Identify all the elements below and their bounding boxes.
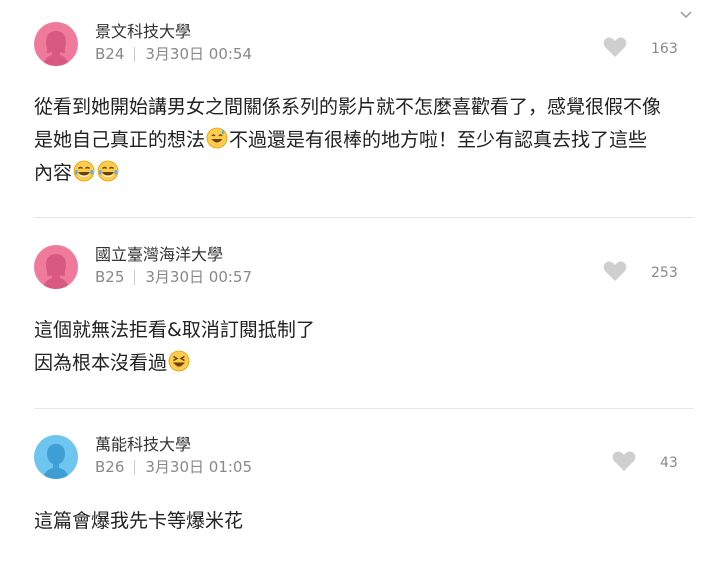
meta-divider (134, 46, 136, 62)
tears-of-joy-emoji-icon (97, 160, 119, 182)
comment-line: 從看到她開始講男女之間關係系列的影片就不怎麼喜歡看了，感覺很假不像 (34, 96, 662, 118)
avatar[interactable] (34, 22, 78, 66)
comment-meta: B26 3月30日 01:05 (95, 457, 252, 477)
floor-number: B26 (95, 458, 125, 476)
comment-line: 是她自己真正的想法 不過還是有很棒的地方啦！至少有認真去找了這些 (34, 127, 648, 151)
timestamp: 3月30日 00:54 (145, 45, 253, 63)
comment-line: 這個就無法拒看&取消訂閱抵制了 (34, 319, 315, 341)
comment-body: 這個就無法拒看&取消訂閱抵制了 因為根本沒看過 (34, 314, 694, 380)
school-name[interactable]: 景文科技大學 (95, 22, 191, 42)
comment-meta: B25 3月30日 00:57 (95, 267, 252, 287)
timestamp: 3月30日 00:57 (145, 268, 253, 286)
school-name[interactable]: 萬能科技大學 (95, 435, 191, 455)
heart-icon (612, 450, 636, 476)
comment-line: 內容 (34, 157, 694, 190)
like-count: 253 (651, 265, 678, 281)
comment-body: 從看到她開始講男女之間關係系列的影片就不怎麼喜歡看了，感覺很假不像 是她自己真正… (34, 91, 694, 190)
heart-icon (603, 260, 627, 286)
sweat-smile-emoji-icon (206, 127, 228, 149)
comment-line: 因為根本沒看過 (34, 347, 694, 380)
like-count: 163 (651, 41, 678, 57)
meta-divider (134, 269, 136, 285)
comment-divider (34, 408, 694, 409)
school-name[interactable]: 國立臺灣海洋大學 (95, 245, 223, 265)
like-button[interactable]: 43 (612, 450, 678, 476)
avatar[interactable] (34, 245, 78, 289)
like-count: 43 (660, 455, 678, 471)
chevron-down-icon[interactable] (678, 6, 694, 22)
floor-number: B25 (95, 268, 125, 286)
avatar[interactable] (34, 435, 78, 479)
comment-line: 這篇會爆我先卡等爆米花 (34, 510, 244, 532)
like-button[interactable]: 163 (603, 36, 678, 62)
tears-of-joy-emoji-icon (73, 160, 95, 182)
timestamp: 3月30日 01:05 (145, 458, 253, 476)
comment-meta: B24 3月30日 00:54 (95, 44, 252, 64)
comment-divider (34, 217, 694, 218)
floor-number: B24 (95, 45, 125, 63)
squint-laugh-emoji-icon (168, 350, 190, 372)
comment-body: 這篇會爆我先卡等爆米花 (34, 505, 694, 538)
like-button[interactable]: 253 (603, 260, 678, 286)
meta-divider (134, 459, 136, 475)
heart-icon (603, 36, 627, 62)
